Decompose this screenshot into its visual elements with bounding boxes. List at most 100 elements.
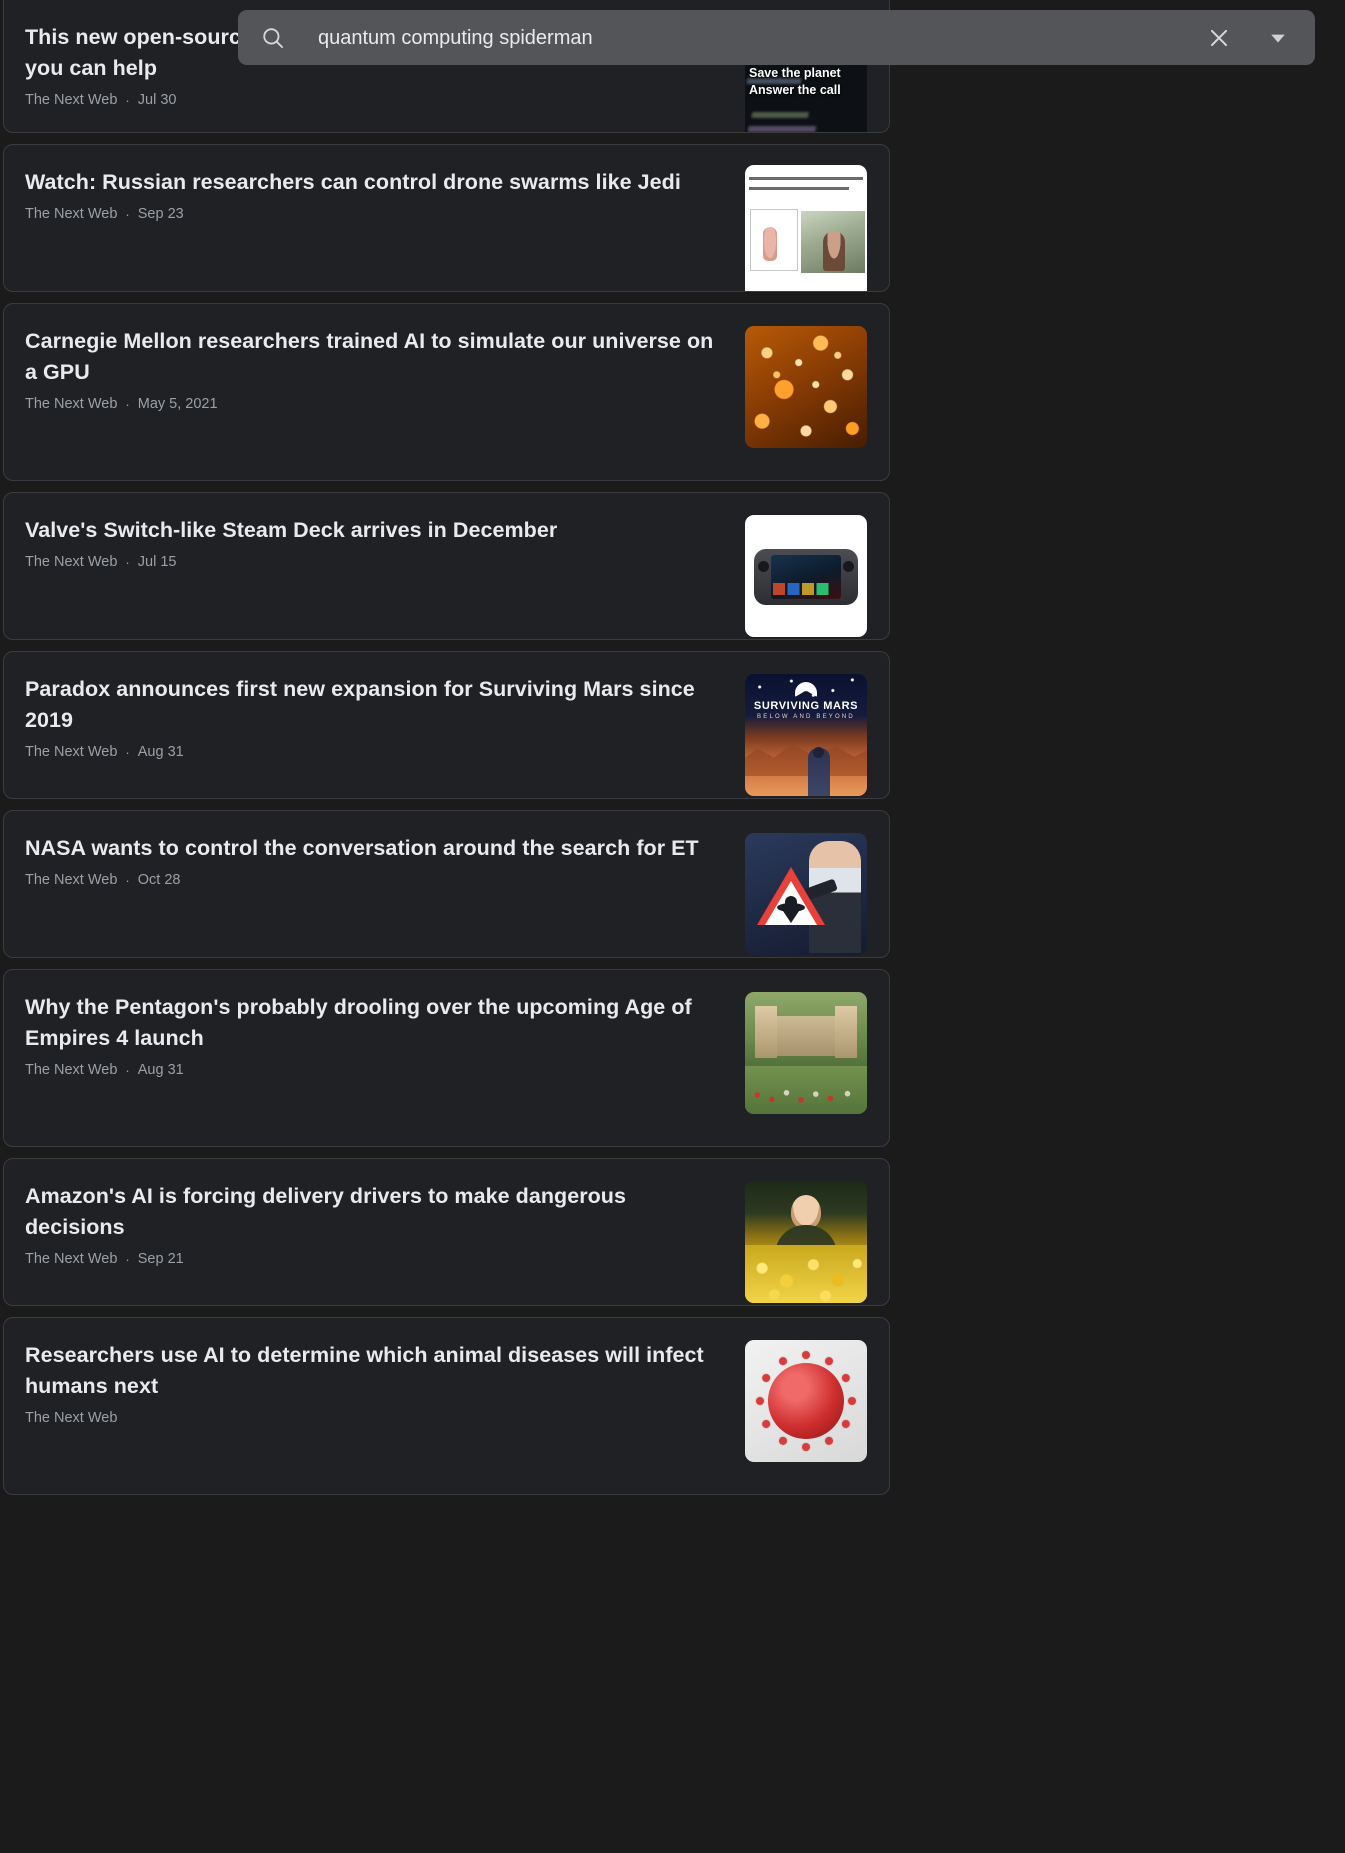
chevron-down-icon[interactable] bbox=[1261, 21, 1295, 55]
meta-separator: · bbox=[125, 745, 130, 760]
result-title[interactable]: Valve's Switch-like Steam Deck arrives i… bbox=[25, 515, 725, 546]
castle-tower-left bbox=[755, 1006, 777, 1058]
search-result-card[interactable]: Carnegie Mellon researchers trained AI t… bbox=[3, 303, 890, 481]
result-source: The Next Web bbox=[25, 92, 118, 108]
search-result-card[interactable]: Why the Pentagon's probably drooling ove… bbox=[3, 969, 890, 1147]
search-result-card[interactable]: Amazon's AI is forcing delivery drivers … bbox=[3, 1158, 890, 1306]
search-icon bbox=[260, 25, 286, 51]
ufo-icon bbox=[777, 903, 805, 912]
virus-body bbox=[768, 1363, 844, 1439]
result-title[interactable]: This new open-source firefighter safety … bbox=[25, 22, 725, 84]
meta-separator: · bbox=[125, 93, 130, 108]
result-thumbnail[interactable] bbox=[745, 992, 867, 1114]
slide-text-line bbox=[749, 177, 863, 180]
result-meta: The Next Web · Sep 23 bbox=[25, 205, 739, 224]
result-thumbnail[interactable]: Build new skills Save the planet Answer … bbox=[745, 22, 867, 132]
meta-separator: · bbox=[125, 873, 130, 888]
search-result-card[interactable]: Watch: Russian researchers can control d… bbox=[3, 144, 890, 292]
mars-mountains bbox=[745, 744, 867, 777]
ufo-warning-sign-thumbnail bbox=[745, 833, 867, 955]
result-date: Sep 21 bbox=[137, 1251, 184, 1267]
scientist-figure bbox=[809, 841, 861, 953]
result-meta: The Next Web · Jul 15 bbox=[25, 553, 739, 572]
search-result-card[interactable]: Paradox announces first new expansion fo… bbox=[3, 651, 890, 799]
result-title[interactable]: NASA wants to control the conversation a… bbox=[25, 833, 725, 864]
warning-triangle-inner bbox=[765, 881, 817, 925]
result-meta: The Next Web · Sep 21 bbox=[25, 1250, 739, 1269]
person-in-video bbox=[823, 231, 845, 271]
result-date: Aug 31 bbox=[137, 1062, 184, 1078]
astronaut-head bbox=[813, 747, 825, 758]
meta-separator: · bbox=[125, 555, 130, 570]
game-tiles bbox=[773, 583, 839, 595]
result-meta: The Next Web · Oct 28 bbox=[25, 871, 739, 890]
right-thumbstick bbox=[843, 561, 854, 572]
result-date: Sep 23 bbox=[137, 206, 184, 222]
search-result-card[interactable]: Valve's Switch-like Steam Deck arrives i… bbox=[3, 492, 890, 640]
result-title[interactable]: Watch: Russian researchers can control d… bbox=[25, 167, 725, 198]
result-date: Jul 15 bbox=[137, 554, 177, 570]
firefighter-code-poster-thumbnail: Build new skills Save the planet Answer … bbox=[745, 22, 867, 132]
gold-coins-pile bbox=[745, 1245, 867, 1303]
result-date: Oct 28 bbox=[137, 872, 181, 888]
virus-spikes bbox=[745, 1340, 867, 1462]
meta-separator: · bbox=[125, 1252, 130, 1267]
battlefield bbox=[745, 1066, 867, 1114]
device-body bbox=[754, 549, 858, 605]
result-source: The Next Web bbox=[25, 1062, 118, 1078]
result-meta: The Next Web · Jul 30 bbox=[25, 91, 739, 110]
gesture-diagram bbox=[750, 209, 798, 271]
result-thumbnail[interactable] bbox=[745, 833, 867, 955]
result-title[interactable]: Researchers use AI to determine which an… bbox=[25, 1340, 725, 1402]
surviving-mars-keyart-thumbnail: SURVIVING MARS BELOW AND BEYOND bbox=[745, 674, 867, 796]
game-title: SURVIVING MARS bbox=[753, 700, 859, 712]
close-icon[interactable] bbox=[1199, 18, 1239, 58]
search-result-card[interactable]: NASA wants to control the conversation a… bbox=[3, 810, 890, 958]
person-head bbox=[791, 1195, 821, 1229]
device-screen bbox=[771, 555, 841, 599]
result-thumbnail[interactable] bbox=[745, 326, 867, 448]
poster-line-3: Answer the call bbox=[749, 83, 841, 97]
result-thumbnail[interactable] bbox=[745, 1340, 867, 1462]
left-thumbstick bbox=[758, 561, 769, 572]
result-meta: The Next Web bbox=[25, 1409, 739, 1428]
poster-text: Build new skills Save the planet Answer … bbox=[749, 48, 865, 99]
meta-separator: · bbox=[125, 1063, 130, 1078]
search-bar[interactable]: quantum computing spiderman bbox=[238, 10, 1315, 65]
result-meta: The Next Web · Aug 31 bbox=[25, 743, 739, 762]
search-result-card[interactable]: This new open-source firefighter safety … bbox=[3, 0, 890, 133]
poster-line-1: Build new skills bbox=[749, 49, 843, 63]
result-source: The Next Web bbox=[25, 554, 118, 570]
telescope-prop bbox=[796, 878, 838, 904]
result-source: The Next Web bbox=[25, 872, 118, 888]
astronaut-figure bbox=[808, 748, 831, 796]
search-bar-container: quantum computing spiderman bbox=[238, 10, 1315, 65]
paradox-logo-icon bbox=[795, 682, 817, 697]
army-units bbox=[745, 1084, 867, 1106]
result-source: The Next Web bbox=[25, 396, 118, 412]
result-meta: The Next Web · Aug 31 bbox=[25, 1061, 739, 1080]
poster-line-2: Save the planet bbox=[749, 66, 841, 80]
result-title[interactable]: Why the Pentagon's probably drooling ove… bbox=[25, 992, 725, 1054]
game-subtitle: BELOW AND BEYOND bbox=[757, 714, 855, 720]
meta-separator: · bbox=[125, 207, 130, 222]
result-title[interactable]: Carnegie Mellon researchers trained AI t… bbox=[25, 326, 725, 388]
result-title[interactable]: Amazon's AI is forcing delivery drivers … bbox=[25, 1181, 725, 1243]
starfield bbox=[745, 674, 867, 733]
result-thumbnail[interactable]: SURVIVING MARS BELOW AND BEYOND bbox=[745, 674, 867, 796]
result-source: The Next Web bbox=[25, 1410, 118, 1426]
slide-text-line bbox=[749, 187, 849, 190]
result-date: Aug 31 bbox=[137, 744, 184, 760]
result-meta: The Next Web · May 5, 2021 bbox=[25, 395, 739, 414]
steam-deck-handheld-thumbnail bbox=[745, 515, 867, 637]
result-thumbnail[interactable] bbox=[745, 165, 867, 291]
result-thumbnail[interactable] bbox=[745, 1181, 867, 1303]
search-input[interactable]: quantum computing spiderman bbox=[318, 26, 1199, 50]
ufo-dome bbox=[785, 896, 797, 905]
blurred-code-background bbox=[745, 22, 867, 132]
search-result-card[interactable]: Researchers use AI to determine which an… bbox=[3, 1317, 890, 1495]
result-source: The Next Web bbox=[25, 744, 118, 760]
result-thumbnail[interactable] bbox=[745, 515, 867, 637]
result-title[interactable]: Paradox announces first new expansion fo… bbox=[25, 674, 725, 736]
result-date: May 5, 2021 bbox=[137, 396, 218, 412]
